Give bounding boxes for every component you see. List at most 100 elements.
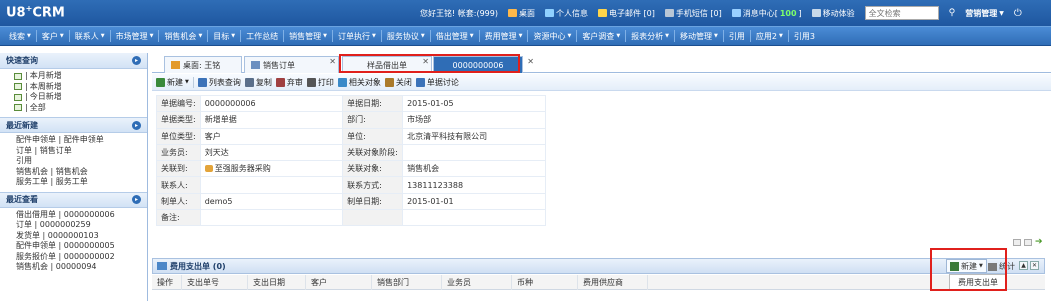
menu-item-16[interactable]: 引用 bbox=[724, 31, 750, 42]
sidebar-item[interactable]: 销售机会 | 00000094 bbox=[0, 262, 147, 273]
sidebar-item[interactable]: 引用 bbox=[0, 156, 147, 167]
menu-item-8[interactable]: 订单执行 ▼ bbox=[333, 31, 381, 42]
recent-view-header[interactable]: 最近查看 ▸ bbox=[0, 191, 147, 208]
menu-item-12[interactable]: 资源中心 ▼ bbox=[528, 31, 576, 42]
toolbar-button-new[interactable]: 新建 ▼ bbox=[156, 77, 189, 88]
close-icon[interactable]: ✕ bbox=[527, 57, 534, 66]
form-row: 单据类型: 新增单据 部门: 市场部 bbox=[156, 111, 546, 129]
form-value: 0000000006 bbox=[199, 94, 344, 113]
toolbar-button-close-doc[interactable]: 关闭 bbox=[384, 77, 412, 88]
layout-icon[interactable] bbox=[1013, 239, 1021, 246]
subgrid-new-button[interactable]: 新建 ▼ bbox=[946, 259, 987, 273]
sidebar-item[interactable]: 订单 | 0000000259 bbox=[0, 220, 147, 231]
menu-item-0[interactable]: 线索 ▼ bbox=[4, 31, 36, 42]
new-dropdown-item[interactable]: 费用支出单 bbox=[949, 274, 1007, 290]
recent-new-header[interactable]: 最近新建 ▸ bbox=[0, 117, 147, 133]
chevron-down-icon: ▼ bbox=[323, 33, 328, 39]
menu-item-4[interactable]: 销售机会 ▼ bbox=[159, 31, 207, 42]
filter-icon bbox=[14, 72, 22, 80]
collapse-icon[interactable]: ▸ bbox=[132, 120, 141, 130]
chevron-down-icon: ▼ bbox=[198, 33, 203, 39]
chevron-down-icon: ▼ bbox=[27, 33, 31, 39]
column-header[interactable]: 业务员 bbox=[442, 274, 512, 290]
column-header[interactable]: 费用供应商 bbox=[578, 274, 648, 290]
column-header[interactable]: 支出日期 bbox=[248, 274, 306, 290]
close-icon[interactable]: ✕ bbox=[422, 57, 429, 66]
menu-item-10[interactable]: 借出管理 ▼ bbox=[431, 31, 479, 42]
arrow-right-icon[interactable]: ➔ bbox=[1035, 238, 1043, 247]
toolbar-separator bbox=[192, 76, 194, 88]
top-sms-link[interactable]: 手机短信 [0] bbox=[664, 8, 722, 19]
sidebar-item[interactable]: 发货单 | 0000000103 bbox=[0, 231, 147, 242]
sidebar-item[interactable]: 销售机会 | 销售机会 bbox=[0, 167, 147, 178]
subgrid-stat-button[interactable]: 统计 bbox=[988, 261, 1015, 272]
module-select[interactable]: 营销管理 ▼ bbox=[965, 8, 1004, 19]
menu-item-9[interactable]: 服务协议 ▼ bbox=[382, 31, 430, 42]
menu-item-5[interactable]: 目标 ▼ bbox=[208, 31, 240, 42]
top-desktop-link[interactable]: 桌面 bbox=[507, 8, 535, 19]
chevron-down-icon: ▼ bbox=[59, 33, 64, 39]
sidebar-item[interactable]: | 本月新增 bbox=[0, 71, 147, 82]
tab-sales-order[interactable]: 销售订单 ✕ bbox=[244, 56, 339, 73]
sidebar-item[interactable]: 配件申领单 | 配件申领单 bbox=[0, 135, 147, 146]
sidebar-item[interactable]: 订单 | 销售订单 bbox=[0, 146, 147, 157]
sidebar-item[interactable]: | 本周新增 bbox=[0, 82, 147, 93]
sidebar-item[interactable]: 配件申领单 | 0000000005 bbox=[0, 241, 147, 252]
tab-sample-loan[interactable]: 样品借出单 ✕ bbox=[342, 56, 432, 73]
form-value bbox=[402, 209, 546, 227]
sidebar-item[interactable]: 服务报价单 | 0000000002 bbox=[0, 252, 147, 263]
toolbar-button-discuss[interactable]: 单据讨论 bbox=[415, 77, 459, 88]
unapprove-icon bbox=[275, 77, 285, 87]
menu-item-14[interactable]: 报表分析 ▼ bbox=[626, 31, 674, 42]
menu-item-7[interactable]: 销售管理 ▼ bbox=[284, 31, 332, 42]
chevron-down-icon: ▼ bbox=[372, 33, 376, 39]
toolbar-button-unapprove[interactable]: 弃审 bbox=[275, 77, 303, 88]
message-icon bbox=[731, 9, 741, 17]
form-label: 单位: bbox=[342, 127, 404, 145]
menu-item-3[interactable]: 市场管理 ▼ bbox=[111, 31, 159, 42]
toolbar-button-list[interactable]: 列表查询 bbox=[197, 77, 241, 88]
menu-item-2[interactable]: 联系人 ▼ bbox=[70, 31, 110, 42]
collapse-icon[interactable]: ▸ bbox=[132, 195, 141, 204]
sidebar-item[interactable]: | 全部 bbox=[0, 103, 147, 114]
layout-icon[interactable] bbox=[1024, 239, 1032, 246]
fulltext-search-input[interactable] bbox=[864, 6, 939, 20]
tab-desktop[interactable]: 桌面: 王铭 bbox=[164, 56, 242, 73]
related-icon bbox=[337, 77, 347, 87]
sidebar-item[interactable]: 借出借用单 | 0000000006 bbox=[0, 210, 147, 221]
menu-item-13[interactable]: 客户调查 ▼ bbox=[577, 31, 625, 42]
related-link[interactable]: 至强服务器采购 bbox=[199, 160, 344, 178]
form-row: 关联到: 至强服务器采购 关联对象: 销售机会 bbox=[156, 160, 546, 178]
form-label: 部门: bbox=[342, 111, 404, 129]
toolbar-button-print[interactable]: 打印 bbox=[306, 77, 334, 88]
top-right-area: 您好王铭! 帐套:(999) 桌面 个人信息 电子邮件 [0] 手机短信 [0]… bbox=[420, 0, 1022, 26]
menu-item-17[interactable]: 应用2 ▼ bbox=[751, 31, 788, 42]
tab-doc-0000000006[interactable]: 0000000006 ✕ bbox=[433, 56, 534, 73]
column-header[interactable]: 支出单号 bbox=[182, 274, 248, 290]
toolbar-button-copy[interactable]: 复制 bbox=[244, 77, 272, 88]
top-profile-link[interactable]: 个人信息 bbox=[544, 8, 588, 19]
column-header[interactable]: 操作 bbox=[152, 274, 182, 290]
top-mail-link[interactable]: 电子邮件 [0] bbox=[597, 8, 655, 19]
power-icon[interactable]: ⏻ bbox=[1014, 8, 1022, 19]
column-header[interactable]: 客户 bbox=[306, 274, 372, 290]
form-label: 单据日期: bbox=[342, 94, 404, 113]
column-header[interactable]: 币种 bbox=[512, 274, 578, 290]
top-mobile-link[interactable]: 移动体验 bbox=[811, 8, 855, 19]
quick-query-header[interactable]: 快速查询 ▸ bbox=[0, 53, 147, 69]
sidebar-item[interactable]: | 今日新增 bbox=[0, 92, 147, 103]
search-icon[interactable]: ⚲ bbox=[949, 8, 956, 18]
menu-item-18[interactable]: 引用3 bbox=[789, 31, 820, 42]
close-icon[interactable]: ✕ bbox=[329, 57, 336, 66]
close-icon[interactable]: ✕ bbox=[1030, 261, 1039, 270]
collapse-icon[interactable]: ▲ bbox=[1019, 261, 1028, 270]
menu-item-11[interactable]: 费用管理 ▼ bbox=[480, 31, 528, 42]
column-header[interactable]: 销售部门 bbox=[372, 274, 442, 290]
sidebar-item[interactable]: 服务工单 | 服务工单 bbox=[0, 177, 147, 188]
menu-item-1[interactable]: 客户 ▼ bbox=[37, 31, 69, 42]
collapse-icon[interactable]: ▸ bbox=[132, 56, 141, 65]
toolbar-button-related[interactable]: 相关对象 bbox=[337, 77, 381, 88]
menu-item-6[interactable]: 工作总结 bbox=[241, 31, 283, 42]
menu-item-15[interactable]: 移动管理 ▼ bbox=[675, 31, 723, 42]
top-message-center-link[interactable]: 消息中心[100] bbox=[731, 8, 802, 19]
